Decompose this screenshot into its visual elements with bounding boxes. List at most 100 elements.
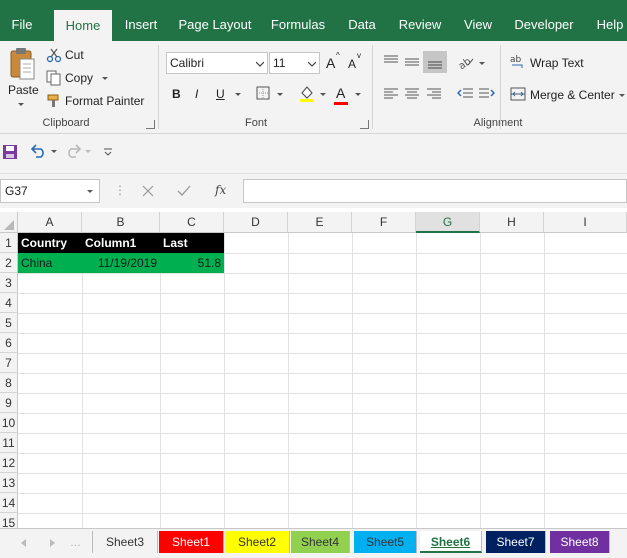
sheet-tab-sheet6[interactable]: Sheet6 [420,531,482,553]
formula-input[interactable] [243,179,627,203]
row-header-12[interactable]: 12 [0,453,18,473]
tab-home[interactable]: Home [54,10,112,41]
merge-center-icon[interactable] [510,86,526,105]
row-header-2[interactable]: 2 [0,253,18,273]
tab-view[interactable]: View [461,0,495,41]
confirm-entry-icon[interactable] [177,185,191,200]
orientation-icon[interactable]: ab [457,55,476,72]
shrink-font-button[interactable]: A [348,57,356,71]
tab-file[interactable]: File [0,0,44,41]
sheet-tab-sheet1[interactable]: Sheet1 [159,531,224,553]
column-header-b[interactable]: B [82,212,160,233]
font-color-button[interactable]: A [336,85,345,101]
paste-dropdown-icon[interactable] [18,103,24,106]
decrease-indent-icon[interactable] [456,87,473,104]
cell-c2[interactable]: 51.8 [160,253,224,273]
more-tabs-icon[interactable]: … [70,537,81,549]
customize-qat-icon[interactable] [103,146,113,160]
merge-dropdown-icon[interactable] [619,94,625,97]
sheet-tab-sheet3[interactable]: Sheet3 [92,531,158,553]
name-box-dropdown-icon[interactable] [87,190,93,193]
align-left-icon[interactable] [384,88,398,103]
align-bottom-icon[interactable] [423,51,447,73]
row-header-8[interactable]: 8 [0,373,18,393]
cell-b2[interactable]: 11/19/2019 [82,253,160,273]
row-header-15[interactable]: 15 [0,513,18,528]
bold-button[interactable]: B [172,87,181,101]
italic-button[interactable]: I [195,87,198,101]
row-header-3[interactable]: 3 [0,273,18,293]
copy-icon[interactable] [46,70,62,89]
column-header-f[interactable]: F [352,212,416,233]
cancel-entry-icon[interactable] [142,185,154,200]
sheet-tab-sheet2[interactable]: Sheet2 [225,531,290,553]
column-header-a[interactable]: A [18,212,82,233]
tab-data[interactable]: Data [345,0,379,41]
font-size-combo[interactable]: 11 [269,52,320,74]
grow-font-button[interactable]: A [326,55,335,71]
align-right-icon[interactable] [427,88,441,103]
row-header-1[interactable]: 1 [0,233,18,253]
tab-page-layout[interactable]: Page Layout [178,0,252,41]
column-header-d[interactable]: D [224,212,288,233]
cell-a1[interactable]: Country [18,233,82,253]
align-center-icon[interactable] [405,88,419,103]
scroll-tabs-right-icon[interactable] [48,537,56,551]
sheet-tab-sheet7[interactable]: Sheet7 [486,531,546,553]
format-painter-button[interactable]: Format Painter [65,94,144,108]
sheet-tab-sheet8[interactable]: Sheet8 [550,531,610,553]
save-icon[interactable] [2,144,18,163]
column-header-c[interactable]: C [160,212,224,233]
column-header-g[interactable]: G [416,212,480,233]
font-color-dropdown-icon[interactable] [355,93,361,96]
tab-help[interactable]: Help [593,0,627,41]
format-painter-icon[interactable] [46,93,62,112]
row-header-10[interactable]: 10 [0,413,18,433]
cell-a2[interactable]: China [18,253,82,273]
undo-icon[interactable] [30,144,48,161]
cut-button[interactable]: Cut [65,48,84,62]
tab-insert[interactable]: Insert [118,0,164,41]
redo-icon[interactable] [64,144,82,161]
borders-icon[interactable] [256,86,270,103]
copy-button[interactable]: Copy [65,71,93,85]
font-name-combo[interactable]: Calibri [166,52,268,74]
row-header-5[interactable]: 5 [0,313,18,333]
row-header-4[interactable]: 4 [0,293,18,313]
name-box[interactable]: G37 [0,179,100,203]
undo-dropdown-icon[interactable] [51,150,57,153]
sheet-tab-sheet4[interactable]: Sheet4 [291,531,350,553]
borders-dropdown-icon[interactable] [277,93,283,96]
paste-icon[interactable] [8,47,36,86]
worksheet-grid[interactable]: A B C D E F G H I 1 2 3 4 5 6 7 8 9 10 1… [0,212,627,528]
select-all-corner[interactable] [0,212,18,233]
wrap-text-button[interactable]: Wrap Text [530,56,584,70]
copy-dropdown-icon[interactable] [102,77,108,80]
fill-color-icon[interactable] [298,84,316,105]
align-middle-icon[interactable] [405,57,419,72]
row-header-7[interactable]: 7 [0,353,18,373]
redo-dropdown-icon[interactable] [85,150,91,153]
column-header-i[interactable]: I [544,212,627,233]
tab-review[interactable]: Review [397,0,443,41]
orientation-dropdown-icon[interactable] [479,62,485,65]
sheet-tab-sheet5[interactable]: Sheet5 [354,531,417,553]
tab-developer[interactable]: Developer [512,0,576,41]
row-header-14[interactable]: 14 [0,493,18,513]
row-header-11[interactable]: 11 [0,433,18,453]
tab-formulas[interactable]: Formulas [268,0,328,41]
merge-center-button[interactable]: Merge & Center [530,88,615,102]
insert-function-button[interactable]: fx [215,183,226,197]
wrap-text-icon[interactable]: ab [510,53,526,72]
fill-color-dropdown-icon[interactable] [320,93,326,96]
underline-button[interactable]: U [216,87,225,101]
scissors-icon[interactable] [46,47,62,66]
clipboard-launcher-icon[interactable] [146,120,155,129]
align-top-icon[interactable] [384,55,398,70]
underline-dropdown-icon[interactable] [235,93,241,96]
column-header-e[interactable]: E [288,212,352,233]
increase-indent-icon[interactable] [479,87,496,104]
row-header-9[interactable]: 9 [0,393,18,413]
row-header-6[interactable]: 6 [0,333,18,353]
cell-b1[interactable]: Column1 [82,233,160,253]
